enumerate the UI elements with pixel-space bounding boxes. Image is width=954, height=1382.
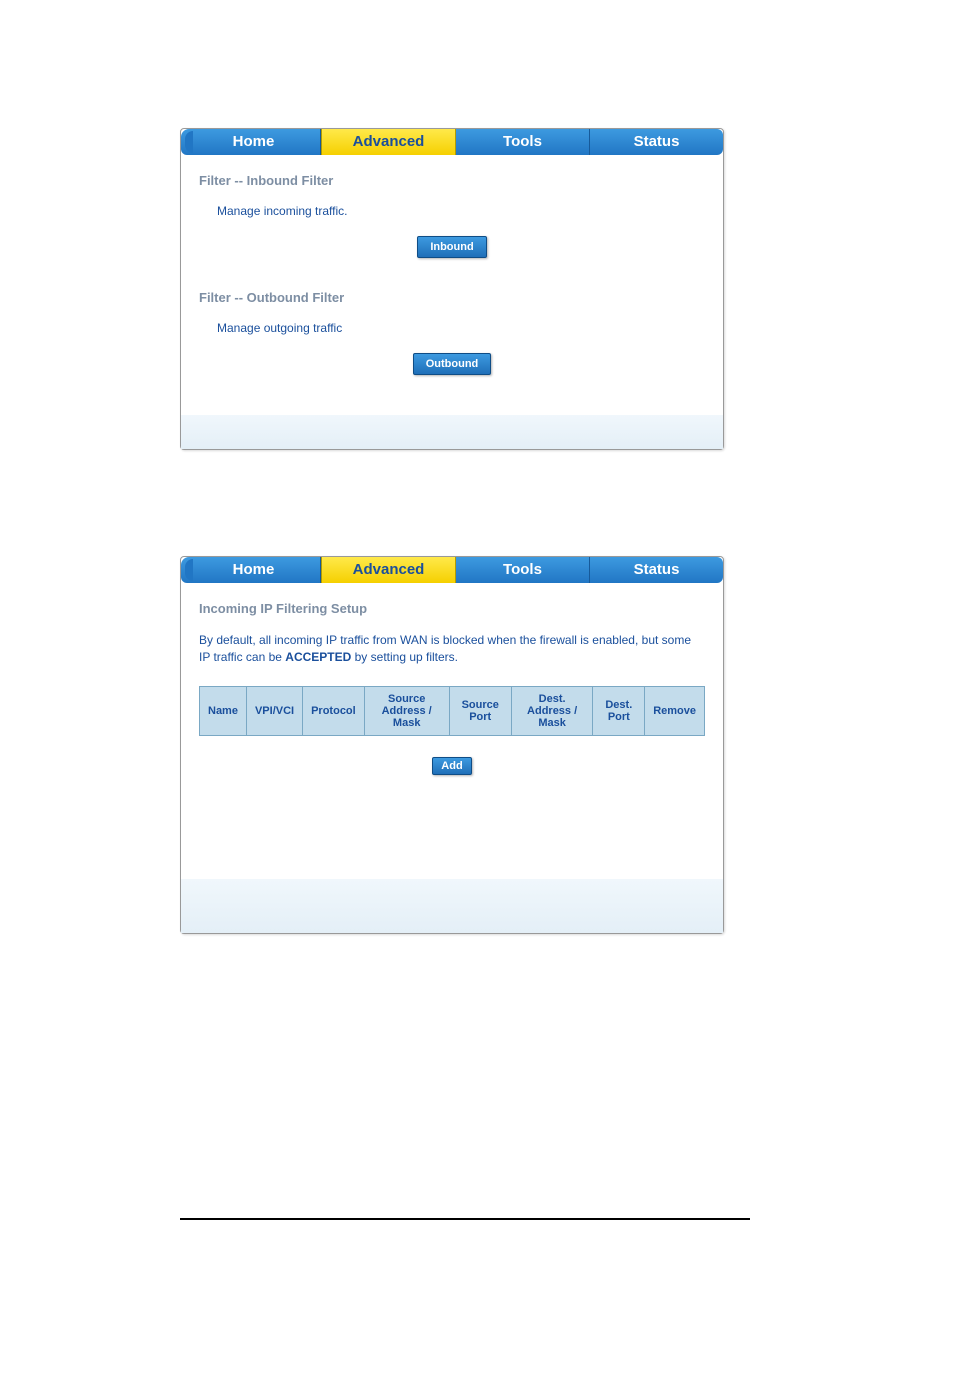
th-source-port: Source Port [449,686,511,735]
tab-status-2[interactable]: Status [590,557,723,583]
tab-advanced-2[interactable]: Advanced [321,557,456,583]
tab-tools[interactable]: Tools [456,129,590,155]
nav-tabs: Home Advanced Tools Status [181,129,723,155]
th-dest-port: Dest. Port [593,686,645,735]
tab-home[interactable]: Home [181,129,321,155]
panel1-content: Filter -- Inbound Filter Manage incoming… [181,155,723,419]
inbound-filter-title: Filter -- Inbound Filter [199,173,705,188]
ip-filter-title: Incoming IP Filtering Setup [199,601,705,616]
ip-filter-desc: By default, all incoming IP traffic from… [199,632,705,666]
add-button[interactable]: Add [432,757,471,775]
panel2-footer [181,879,723,933]
add-btn-row: Add [199,756,705,775]
tab-status[interactable]: Status [590,129,723,155]
inbound-btn-row: Inbound [199,236,705,258]
nav-tabs-2: Home Advanced Tools Status [181,557,723,583]
th-protocol: Protocol [303,686,365,735]
th-name: Name [200,686,247,735]
tab-tools-2[interactable]: Tools [456,557,590,583]
desc-bold: ACCEPTED [285,650,351,664]
outbound-filter-title: Filter -- Outbound Filter [199,290,705,305]
ip-filter-panel: Home Advanced Tools Status Incoming IP F… [180,556,724,934]
inbound-button[interactable]: Inbound [417,236,486,258]
outbound-btn-row: Outbound [199,353,705,375]
th-dest-addr: Dest. Address / Mask [511,686,593,735]
desc-post: by setting up filters. [351,650,458,664]
th-remove: Remove [645,686,705,735]
tab-advanced[interactable]: Advanced [321,129,456,155]
outbound-button[interactable]: Outbound [413,353,492,375]
panel2-content: Incoming IP Filtering Setup By default, … [181,583,723,787]
inbound-filter-desc: Manage incoming traffic. [217,204,705,218]
tab-home-2[interactable]: Home [181,557,321,583]
page-footer-rule [180,1218,750,1220]
th-vpivci: VPI/VCI [246,686,302,735]
panel1-footer [181,415,723,449]
filter-panel: Home Advanced Tools Status Filter -- Inb… [180,128,724,450]
outbound-filter-desc: Manage outgoing traffic [217,321,705,335]
filter-table: Name VPI/VCI Protocol Source Address / M… [199,686,705,736]
table-header-row: Name VPI/VCI Protocol Source Address / M… [200,686,705,735]
th-source-addr: Source Address / Mask [364,686,449,735]
